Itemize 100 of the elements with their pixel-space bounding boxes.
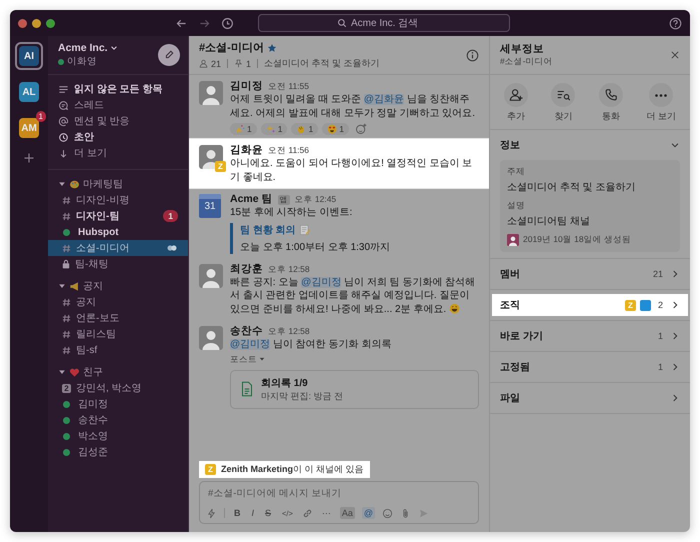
panel-action-button[interactable]: 더 보기 (646, 83, 676, 123)
strike-format-button[interactable]: S (263, 507, 274, 519)
sidebar-item[interactable]: 송찬수 (48, 412, 188, 428)
file-subtitle: 마지막 편집: 방금 전 (261, 390, 344, 402)
workspace-name[interactable]: Acme Inc. (58, 42, 108, 54)
event-time: 오늘 오후 1:00부터 오후 1:30까지 (240, 240, 392, 254)
message-time[interactable]: 오전 11:55 (268, 81, 310, 93)
clock-draft-icon (58, 132, 69, 142)
close-icon[interactable] (670, 50, 680, 60)
add-reaction-icon[interactable] (354, 123, 367, 135)
sidebar-item[interactable]: 언론-보도 (48, 310, 188, 326)
search-field[interactable]: Acme Inc. 검색 (258, 14, 510, 32)
info-section-header[interactable]: 정보 (490, 130, 690, 160)
chevron-down-icon[interactable] (110, 44, 118, 52)
sidebar-item[interactable]: Hubspot (48, 224, 188, 240)
created-date: 2019년 10월 18일에 생성됨 (523, 234, 631, 246)
reaction-pill[interactable]: 1 (260, 123, 288, 135)
format-format-button[interactable]: Aa (340, 507, 355, 519)
maximize-window-button[interactable] (46, 18, 55, 28)
sidebar-item[interactable]: 2 강민석, 박소영 (48, 380, 188, 396)
sidebar-nav-item[interactable]: 스레드 (48, 97, 188, 113)
search-input[interactable]: Acme Inc. 검색 (351, 18, 431, 28)
organization-badge: Z (205, 464, 216, 475)
compose-button[interactable] (158, 44, 180, 66)
sidebar-item[interactable]: 디자인-비평 (48, 192, 188, 208)
phone-icon (604, 88, 618, 102)
sidebar-nav-item[interactable]: 멘션 및 반응 (48, 113, 188, 129)
message-time[interactable]: 오후 12:58 (268, 326, 310, 338)
message-time[interactable]: 오전 11:56 (268, 145, 310, 157)
panel-row[interactable]: 고정됨 1 (492, 356, 688, 378)
star-icon[interactable] (266, 42, 277, 52)
link-icon[interactable] (302, 508, 313, 518)
author-name[interactable]: 김미정 (230, 79, 263, 93)
info-icon[interactable] (466, 48, 479, 62)
panel-row[interactable]: 파일 (492, 387, 688, 409)
add-workspace-icon[interactable] (23, 152, 35, 164)
reaction-pill[interactable]: 1 (230, 123, 257, 135)
mention-format-button[interactable]: @ (362, 507, 376, 519)
online-status-icon (63, 416, 70, 424)
history-clock-icon[interactable] (221, 16, 234, 30)
message-time[interactable]: 오후 12:45 (294, 194, 336, 206)
pin-count[interactable]: 1 (246, 58, 252, 68)
panel-row[interactable]: 바로 가기 1 (492, 325, 688, 347)
laughing-face-icon (448, 302, 460, 314)
user-mention-link[interactable]: @김미정 (230, 339, 270, 350)
sidebar-nav-item[interactable]: 읽지 않은 모든 항목 (48, 81, 188, 97)
author-name[interactable]: 송찬수 (230, 324, 263, 338)
online-status-icon (63, 448, 70, 456)
workspace-switcher[interactable]: AI (15, 42, 43, 70)
organization-badge: Z (215, 161, 226, 172)
sidebar-nav-item[interactable]: 더 보기 (48, 145, 188, 161)
sidebar-section-header[interactable]: 친구 (48, 364, 188, 380)
message-time[interactable]: 오후 12:58 (268, 264, 310, 276)
caret-icon[interactable] (259, 356, 266, 362)
user-mention-link[interactable]: @김미정 (301, 276, 342, 288)
panel-row[interactable]: 조직 Z 2 (492, 294, 688, 316)
add-person-icon (508, 88, 523, 102)
help-icon[interactable] (669, 16, 682, 30)
find-list-icon (556, 88, 570, 102)
lock-icon (62, 259, 70, 269)
user-mention-link[interactable]: @김화윤 (364, 94, 404, 105)
at-sign-icon (58, 116, 69, 126)
sidebar-section-header[interactable]: 공지 (48, 278, 188, 294)
reaction-pill[interactable]: 1 (322, 123, 349, 135)
sparkles-icon (266, 124, 276, 134)
sidebar-nav-item[interactable]: 초안 (48, 129, 188, 145)
sidebar-item[interactable]: 김성준 (48, 444, 188, 460)
more-format-button[interactable]: ··· (320, 507, 333, 519)
panel-title: 세부정보 (500, 42, 545, 56)
minimize-window-button[interactable] (32, 18, 41, 28)
sidebar-item[interactable]: 팀-sf (48, 342, 188, 358)
pin-icon (234, 59, 244, 68)
panel-row[interactable]: 멤버 21 (492, 263, 688, 285)
megaphone-icon (69, 280, 80, 292)
file-card[interactable]: 회의록 1/9 마지막 편집: 방금 전 (230, 370, 479, 408)
event-title-link[interactable]: 팀 현황 회의 (240, 222, 296, 236)
lightning-icon[interactable] (206, 508, 217, 518)
bold-format-button[interactable]: B (232, 507, 242, 519)
close-window-button[interactable] (18, 18, 27, 28)
sidebar-item[interactable]: 디자인-팀 1 (48, 208, 188, 224)
reaction-pill[interactable]: 1 (291, 123, 318, 135)
sidebar-section-header[interactable]: 마케팅팀 (48, 176, 188, 192)
author-name[interactable]: 김화윤 (230, 143, 263, 157)
author-name[interactable]: 최강훈 (230, 262, 263, 276)
sidebar-item[interactable]: 릴리스팀 (48, 326, 188, 342)
italic-format-button[interactable]: I (250, 507, 256, 519)
message-text: 빠른 공지: 오늘 @김미정 님이 저희 팀 동기화에 참석해서 출시 관련한 업데이트를 해주실 예정입니다. 질문이 있으면 준비를 하세요! 나중에 봐요... 2분 후에요. (230, 276, 476, 316)
smiley-icon[interactable] (382, 508, 394, 518)
shared-channel-icon (166, 244, 178, 252)
message-text: 어제 트윗이 밀려올 때 도와준 @김화윤 님을 칭찬해주세요. 어제의 발표에 대해 모두가 정말 기뻐하고 있어요. (230, 93, 476, 120)
sidebar-item[interactable]: 공지 (48, 294, 188, 310)
banner-text: Zenith Marketing이 이 채널에 있음 (221, 463, 364, 476)
palette-icon (69, 178, 80, 190)
sidebar-item[interactable]: 김미정 (48, 396, 188, 412)
sidebar-item[interactable]: 박소영 (48, 428, 188, 444)
post-label[interactable]: 포스트 (230, 354, 257, 364)
sidebar-item[interactable]: 소셜-미디어 (48, 240, 188, 256)
author-name[interactable]: Acme 팀 (230, 192, 273, 206)
member-count[interactable]: 21 (211, 58, 222, 68)
sidebar-item[interactable]: 팀-채팅 (48, 256, 188, 272)
